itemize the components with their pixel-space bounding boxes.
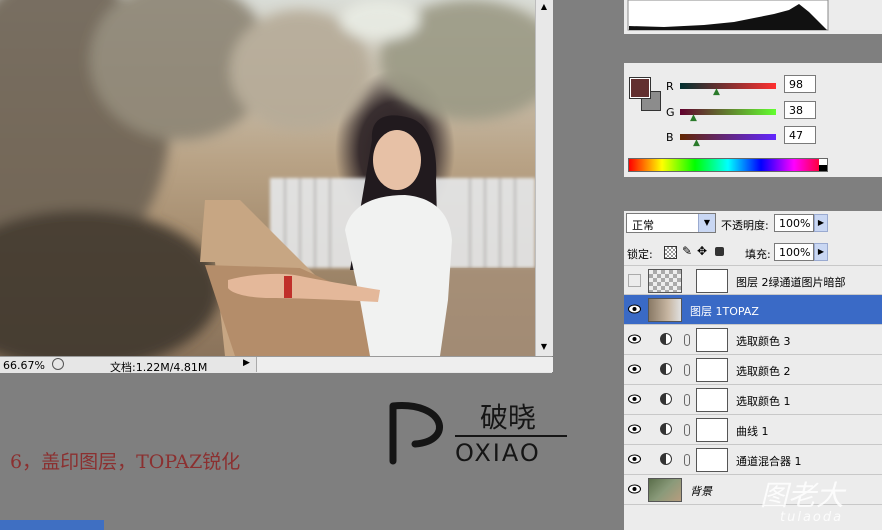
layer-mask-thumbnail: [696, 418, 728, 442]
horizontal-scrollbar[interactable]: [256, 357, 553, 372]
layer-mask-thumbnail: [696, 269, 728, 293]
link-chain-icon[interactable]: [684, 424, 690, 436]
eye-icon[interactable]: [627, 391, 642, 407]
adjustment-layer-icon: [660, 333, 672, 345]
adjustment-layer-icon: [660, 423, 672, 435]
color-panel: R ▲ 98 G ▲ 38 B ▲ 47: [624, 63, 882, 177]
layer-name[interactable]: 选取颜色 3: [736, 333, 791, 349]
watermark-chinese-text: 图老大: [760, 479, 845, 512]
layer-mask-thumbnail: [696, 358, 728, 382]
lock-position-icon[interactable]: ✥: [697, 244, 707, 258]
layer-name[interactable]: 选取颜色 2: [736, 363, 791, 379]
blend-mode-value: 正常: [632, 219, 654, 232]
fill-input[interactable]: 100%: [774, 243, 814, 261]
lock-pixels-icon[interactable]: ✎: [682, 244, 692, 258]
step-caption: 6，盖印图层，TOPAZ锐化: [10, 451, 241, 473]
channel-g-thumb-icon[interactable]: ▲: [690, 113, 697, 123]
layer-name[interactable]: 选取颜色 1: [736, 393, 791, 409]
channel-r-input[interactable]: 98: [784, 75, 816, 93]
layer-row-curves-1[interactable]: 曲线 1: [624, 415, 882, 445]
channel-g-input[interactable]: 38: [784, 101, 816, 119]
scroll-up-arrow-icon[interactable]: ▲: [536, 0, 552, 14]
histogram-graph: [627, 0, 829, 31]
eye-icon[interactable]: [627, 481, 642, 497]
channel-r-label: R: [666, 80, 674, 93]
layer-name[interactable]: 曲线 1: [736, 423, 769, 439]
zoom-level[interactable]: 66.67%: [3, 359, 45, 372]
opacity-input[interactable]: 100%: [774, 214, 814, 232]
adjustment-layer-icon: [660, 453, 672, 465]
logo-chinese-text: 破晓: [480, 401, 537, 434]
fill-label: 填充:: [745, 248, 771, 261]
taskbar-strip: [0, 520, 104, 530]
fill-arrow-icon[interactable]: ▶: [814, 243, 828, 261]
channel-r-slider[interactable]: [680, 83, 776, 89]
lock-label: 锁定:: [627, 248, 653, 261]
color-spectrum-bar[interactable]: [628, 158, 828, 172]
channel-b-label: B: [666, 131, 674, 144]
layer-row-layer2[interactable]: 图层 2绿通道图片暗部: [624, 265, 882, 295]
visibility-off-box[interactable]: [628, 274, 641, 287]
layer-row-layer1-topaz[interactable]: 图层 1TOPAZ: [624, 295, 882, 325]
foreground-color-swatch[interactable]: [629, 77, 651, 99]
eye-icon[interactable]: [627, 301, 642, 317]
opacity-label: 不透明度:: [721, 219, 769, 232]
layer-name[interactable]: 图层 2绿通道图片暗部: [736, 274, 846, 290]
layer-thumbnail: [648, 269, 682, 293]
watermark-english-text: tulaoda: [780, 510, 844, 525]
vertical-scrollbar[interactable]: ▲ ▼: [535, 0, 553, 356]
layer-thumbnail: [648, 478, 682, 502]
channel-g-label: G: [666, 106, 675, 119]
chevron-down-icon[interactable]: ▼: [698, 214, 715, 232]
layer-row-selective-color-3[interactable]: 选取颜色 3: [624, 325, 882, 355]
logo-english-text: OXIAO: [455, 439, 541, 467]
blend-mode-select[interactable]: 正常 ▼: [626, 213, 716, 233]
poxiao-logo: 破晓 OXIAO: [385, 396, 575, 471]
layer-thumbnail: [648, 298, 682, 322]
status-bar: 66.67% 文档:1.22M/4.81M ▶: [0, 356, 553, 374]
eye-icon[interactable]: [627, 421, 642, 437]
channel-b-input[interactable]: 47: [784, 126, 816, 144]
document-size: 文档:1.22M/4.81M: [110, 361, 208, 374]
eye-icon[interactable]: [627, 331, 642, 347]
layer-name[interactable]: 图层 1TOPAZ: [690, 303, 759, 319]
layer-mask-thumbnail: [696, 388, 728, 412]
link-chain-icon[interactable]: [684, 454, 690, 466]
layer-mask-thumbnail: [696, 448, 728, 472]
status-info-icon[interactable]: [52, 358, 64, 370]
link-chain-icon[interactable]: [684, 364, 690, 376]
channel-r-thumb-icon[interactable]: ▲: [713, 87, 720, 97]
lock-all-icon[interactable]: [715, 247, 724, 256]
canvas-photo[interactable]: [0, 0, 535, 356]
eye-icon[interactable]: [627, 451, 642, 467]
link-chain-icon[interactable]: [684, 334, 690, 346]
layer-name[interactable]: 背景: [690, 483, 712, 499]
adjustment-layer-icon: [660, 393, 672, 405]
layer-row-selective-color-1[interactable]: 选取颜色 1: [624, 385, 882, 415]
document-window: ▲ ▼ 66.67% 文档:1.22M/4.81M ▶: [0, 0, 553, 374]
layer-row-selective-color-2[interactable]: 选取颜色 2: [624, 355, 882, 385]
layer-name[interactable]: 通道混合器 1: [736, 453, 802, 469]
histogram-panel: [624, 0, 882, 34]
opacity-arrow-icon[interactable]: ▶: [814, 214, 828, 232]
lock-transparency-icon[interactable]: [664, 246, 677, 259]
channel-b-thumb-icon[interactable]: ▲: [693, 138, 700, 148]
scroll-down-arrow-icon[interactable]: ▼: [536, 340, 552, 354]
adjustment-layer-icon: [660, 363, 672, 375]
photo-illustration: [0, 0, 535, 356]
layer-mask-thumbnail: [696, 328, 728, 352]
site-watermark: 图老大 tulaoda: [720, 470, 882, 530]
eye-icon[interactable]: [627, 361, 642, 377]
link-chain-icon[interactable]: [684, 394, 690, 406]
status-menu-arrow-icon[interactable]: ▶: [243, 358, 250, 368]
